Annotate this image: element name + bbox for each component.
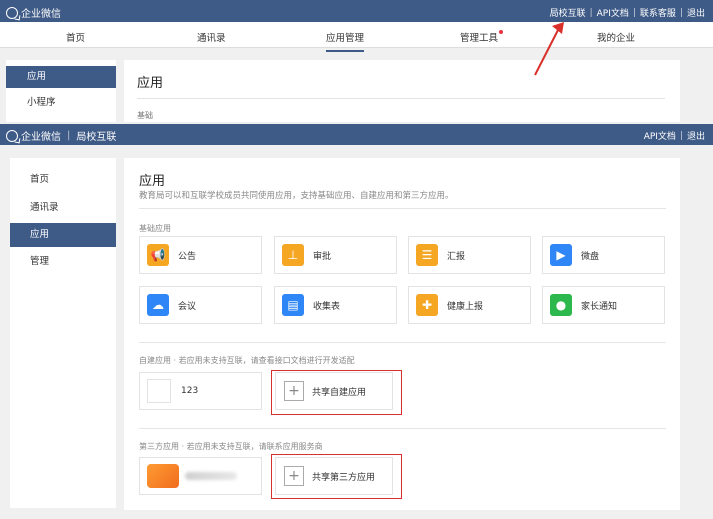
nav-management-tools-label: 管理工具 [460,33,499,44]
overlay-link-logout[interactable]: 退出 [687,129,705,142]
app-name: 收集表 [313,301,341,312]
app-card-parent-notice[interactable]: ● 家长通知 [542,286,665,324]
page-description: 教育局可以和互联学校成员共同使用应用，支持基础应用、自建应用和第三方应用。 [139,191,454,201]
nav-app-management[interactable]: 应用管理 [326,30,365,52]
link-school-interconnect[interactable]: 局校互联 [550,6,586,19]
wecom-logo-icon [6,129,18,142]
drive-icon: ▶ [550,244,572,266]
chat-icon: ● [550,294,572,316]
top-header: 企业微信 局校互联 | API文档 | 联系客服 | 退出 [0,0,713,22]
bg-sidebar: 应用 小程序 [6,60,116,122]
health-icon: ✚ [416,294,438,316]
sidebar: 首页 通讯录 应用 管理 [10,158,116,508]
app-card-collection-form[interactable]: ▤ 收集表 [274,286,397,324]
page-title: 应用 [139,174,166,189]
overlay-links: API文档 | 退出 [643,129,705,143]
bg-main-panel: 应用 基础 [124,60,680,122]
overlay-link-api-docs[interactable]: API文档 [644,129,676,142]
app-name: 微盘 [581,251,600,262]
app-card-approval[interactable]: ⊥ 审批 [274,236,397,274]
third-party-apps-label: 第三方应用 · 若应用未支持互联，请联系应用服务商 [139,442,323,451]
nav-contacts[interactable]: 通讯录 [197,30,226,44]
main-panel: 应用 教育局可以和互联学校成员共同使用应用，支持基础应用、自建应用和第三方应用。… [124,158,680,510]
third-party-app-icon [147,464,179,488]
app-card-drive[interactable]: ▶ 微盘 [542,236,665,274]
notification-dot-icon [499,30,504,34]
overlay-brand-sub: 局校互联 [76,132,117,143]
form-icon: ▤ [282,294,304,316]
app-name: 健康上报 [447,301,484,312]
sidebar-item-home[interactable]: 首页 [10,168,116,192]
wecom-logo-icon [6,6,18,19]
custom-apps-label: 自建应用 · 若应用未支持互联，请查看接口文档进行开发适配 [139,356,355,365]
red-highlight-box [271,454,402,499]
top-brand-label: 企业微信 [21,9,61,20]
overlay-brand[interactable]: 企业微信 | 局校互联 [6,128,116,143]
nav-my-enterprise[interactable]: 我的企业 [597,30,635,44]
top-links: 局校互联 | API文档 | 联系客服 | 退出 [549,6,705,20]
third-party-app-card[interactable] [139,457,262,495]
top-brand[interactable]: 企业微信 [6,5,61,20]
basic-apps-label: 基础应用 [139,224,171,233]
app-card-announcement[interactable]: 📢 公告 [139,236,262,274]
custom-app-card[interactable]: 123 [139,372,262,410]
divider [139,428,666,429]
divider [139,342,666,343]
bg-sidebar-item-apps[interactable]: 应用 [6,66,116,88]
bg-sidebar-item-miniprogram[interactable]: 小程序 [6,92,116,114]
overlay-brand-label: 企业微信 [21,132,61,143]
top-nav: 首页 通讯录 应用管理 管理工具 我的企业 [0,22,713,52]
link-api-docs[interactable]: API文档 [597,6,629,19]
app-card-meeting[interactable]: ☁ 会议 [139,286,262,324]
red-arrow-annotation [534,22,564,76]
app-card-health-report[interactable]: ✚ 健康上报 [408,286,531,324]
megaphone-icon: 📢 [147,244,169,266]
app-name: 会议 [178,301,197,312]
blurred-app-name [185,472,237,480]
app-card-report[interactable]: ☰ 汇报 [408,236,531,274]
app-name: 审批 [313,251,332,262]
divider [139,208,666,209]
bg-page-title: 应用 [137,76,164,91]
app-name: 家长通知 [581,301,618,312]
bg-section-label: 基础 [137,111,153,120]
app-placeholder-icon [147,379,171,403]
sidebar-item-manage[interactable]: 管理 [10,250,116,274]
app-name: 公告 [178,251,197,262]
nav-management-tools[interactable]: 管理工具 [460,30,504,44]
report-icon: ☰ [416,244,438,266]
stamp-icon: ⊥ [282,244,304,266]
link-logout[interactable]: 退出 [687,6,705,19]
nav-home[interactable]: 首页 [66,30,85,44]
app-name: 汇报 [447,251,466,262]
red-highlight-box [271,370,402,415]
divider [137,98,665,99]
sidebar-item-apps[interactable]: 应用 [10,223,116,247]
link-contact-support[interactable]: 联系客服 [640,6,676,19]
sidebar-item-contacts[interactable]: 通讯录 [10,196,116,220]
cloud-icon: ☁ [147,294,169,316]
overlay-header: 企业微信 | 局校互联 API文档 | 退出 [0,124,713,145]
app-name: 123 [181,386,199,396]
